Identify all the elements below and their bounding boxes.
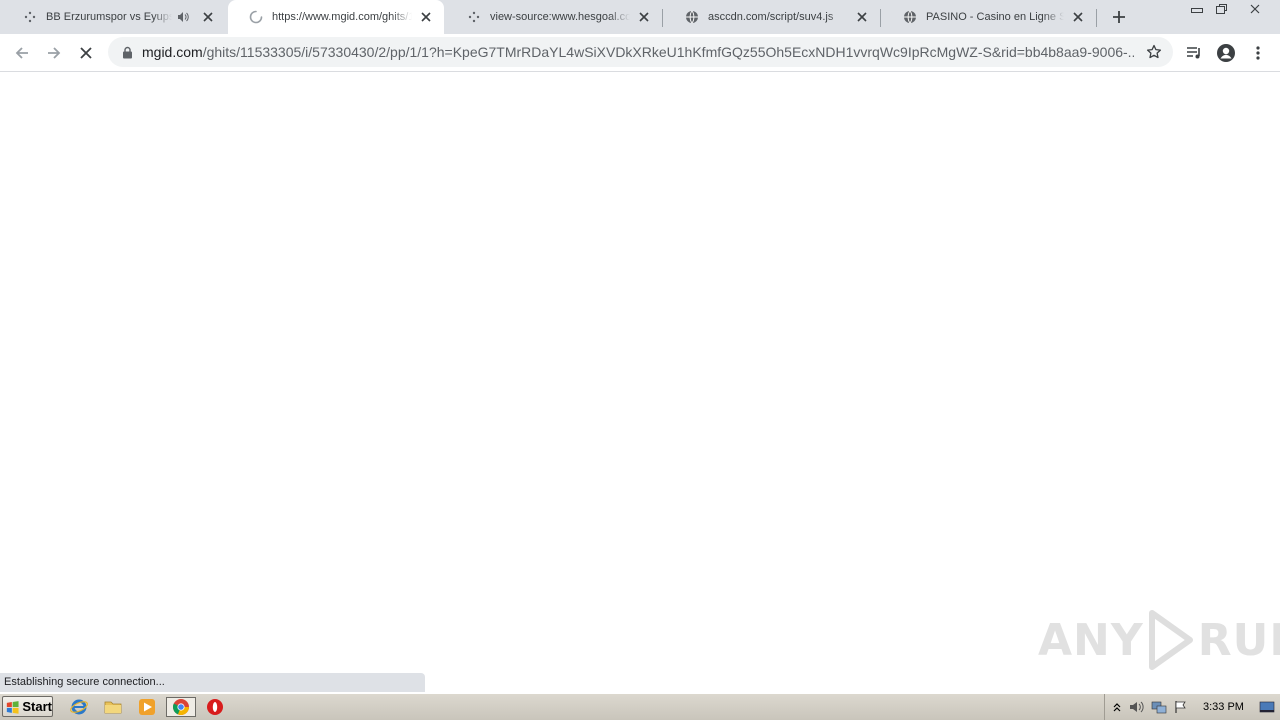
close-icon[interactable] <box>1070 9 1086 25</box>
chrome-taskbar-icon[interactable] <box>166 697 196 717</box>
menu-kebab-icon[interactable] <box>1244 39 1272 67</box>
show-desktop-icon[interactable] <box>1259 699 1275 715</box>
tab-1[interactable]: https://www.mgid.com/ghits/11 <box>228 0 444 34</box>
volume-icon[interactable] <box>1129 699 1145 715</box>
start-label: Start <box>22 699 52 714</box>
action-center-flag-icon[interactable] <box>1173 699 1189 715</box>
spinner-dots-icon <box>22 9 38 25</box>
browser-toolbar: mgid.com/ghits/11533305/i/57330430/2/pp/… <box>0 34 1280 72</box>
play-triangle-icon <box>1148 610 1193 670</box>
window-close-button[interactable] <box>1238 0 1272 18</box>
tab-title: PASINO - Casino en Ligne Suisse <box>926 11 1064 23</box>
url-text[interactable]: mgid.com/ghits/11533305/i/57330430/2/pp/… <box>142 37 1134 67</box>
bookmark-star-icon[interactable] <box>1145 43 1163 61</box>
anyrun-watermark: ANY RUN <box>1038 608 1280 672</box>
tab-title: https://www.mgid.com/ghits/11 <box>272 11 412 23</box>
url-host: mgid.com <box>142 44 203 60</box>
speaker-icon[interactable] <box>176 9 190 25</box>
tab-2[interactable]: view-source:www.hesgoal.com/ <box>446 0 662 34</box>
spinner-dots-icon <box>466 9 482 25</box>
tab-separator <box>1096 9 1097 27</box>
tab-4[interactable]: PASINO - Casino en Ligne Suisse <box>882 0 1096 34</box>
close-icon[interactable] <box>636 9 652 25</box>
new-tab-button[interactable] <box>1108 6 1130 28</box>
back-button[interactable] <box>8 39 36 67</box>
watermark-left: ANY <box>1038 614 1144 666</box>
media-controls-button[interactable] <box>1180 39 1208 67</box>
tab-title: view-source:www.hesgoal.com/ <box>490 11 630 23</box>
windows-taskbar: Start 3:33 PM <box>0 693 1280 720</box>
network-icon[interactable] <box>1151 699 1167 715</box>
lock-icon[interactable] <box>119 44 135 60</box>
tab-title: BB Erzurumspor vs Eyupspor <box>46 11 173 23</box>
clock[interactable]: 3:33 PM <box>1203 694 1244 720</box>
file-explorer-icon[interactable] <box>102 697 124 717</box>
url-path: /ghits/11533305/i/57330430/2/pp/1/1?h=Kp… <box>202 44 1134 60</box>
internet-explorer-icon[interactable] <box>68 697 90 717</box>
media-player-icon[interactable] <box>136 697 158 717</box>
status-bubble: Establishing secure connection... <box>0 673 425 692</box>
tab-strip: BB Erzurumspor vs Eyupspor https://www.m… <box>0 0 1280 34</box>
windows-logo-icon <box>6 700 19 714</box>
tab-0[interactable]: BB Erzurumspor vs Eyupspor <box>2 0 226 34</box>
stop-loading-button[interactable] <box>72 39 100 67</box>
system-tray: 3:33 PM <box>1104 694 1280 720</box>
tab-3[interactable]: asccdn.com/script/suv4.js <box>664 0 880 34</box>
forward-button[interactable] <box>40 39 68 67</box>
globe-icon <box>684 9 700 25</box>
profile-avatar-icon[interactable] <box>1212 39 1240 67</box>
close-icon[interactable] <box>200 9 216 25</box>
restore-button[interactable] <box>1206 0 1236 18</box>
close-icon[interactable] <box>854 9 870 25</box>
tab-separator <box>662 9 663 27</box>
show-hidden-icons-chevron-icon[interactable] <box>1109 699 1125 715</box>
address-bar[interactable]: mgid.com/ghits/11533305/i/57330430/2/pp/… <box>108 37 1173 67</box>
start-button[interactable]: Start <box>2 696 53 717</box>
tab-separator <box>880 9 881 27</box>
page-viewport: ANY RUN Establishing secure connection..… <box>0 72 1280 692</box>
loading-spinner-icon <box>248 9 264 25</box>
tab-title: asccdn.com/script/suv4.js <box>708 11 834 23</box>
watermark-right: RUN <box>1197 614 1280 666</box>
opera-icon[interactable] <box>204 697 226 717</box>
globe-icon <box>902 9 918 25</box>
close-icon[interactable] <box>418 9 434 25</box>
